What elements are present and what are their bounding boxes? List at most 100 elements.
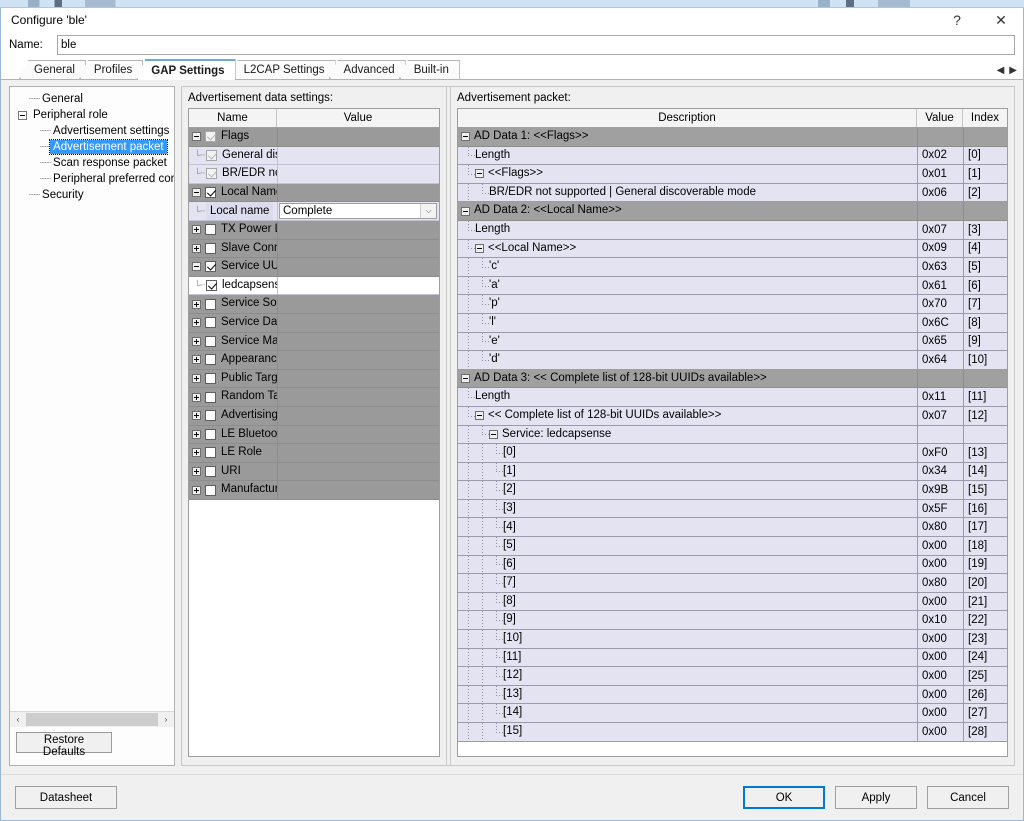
column-header-name[interactable]: Name [189,109,277,127]
checkbox[interactable] [205,131,216,143]
collapse-icon[interactable] [18,110,27,120]
settings-row[interactable]: Local Name [189,183,439,203]
checkbox[interactable] [205,484,216,496]
collapse-icon[interactable] [461,374,470,384]
packet-row[interactable]: <<Flags>> 0x01 [1] [458,165,1007,184]
checkbox[interactable] [205,224,216,236]
settings-row[interactable]: └┈ Local name Complete ⌵ [189,202,439,221]
packet-row[interactable]: AD Data 1: <<Flags>> [458,128,1007,147]
expand-icon[interactable] [192,336,201,346]
settings-row[interactable]: Public Target Address [189,369,439,389]
packet-row[interactable]: 'a' 0x61 [6] [458,276,1007,296]
settings-row[interactable]: Random Target Address [189,388,439,407]
checkbox[interactable] [205,410,216,422]
tab-advanced[interactable]: Advanced [328,60,406,79]
packet-row[interactable]: <<Local Name>> 0x09 [4] [458,239,1007,259]
checkbox[interactable] [205,373,216,385]
settings-row[interactable]: └┈ ledcapsense [189,276,439,296]
packet-row[interactable]: [12] 0x00 [25] [458,667,1007,686]
expand-icon[interactable] [192,448,201,458]
checkbox[interactable] [206,149,217,161]
packet-row[interactable]: << Complete list of 128-bit UUIDs availa… [458,406,1007,426]
packet-row[interactable]: Length 0x11 [11] [458,388,1007,407]
settings-row[interactable]: Service Manager TK Value [189,332,439,352]
tab-profiles[interactable]: Profiles [78,60,144,79]
checkbox[interactable] [205,335,216,347]
help-icon[interactable]: ? [935,8,979,32]
collapse-icon[interactable] [192,262,201,272]
settings-row[interactable]: Service UUID [189,258,439,277]
expand-icon[interactable] [192,318,201,328]
packet-row[interactable]: [9] 0x10 [22] [458,611,1007,631]
tab-general[interactable]: General [19,60,86,79]
packet-row[interactable]: 'l' 0x6C [8] [458,313,1007,333]
packet-row[interactable]: [1] 0x34 [14] [458,462,1007,482]
apply-button[interactable]: Apply [835,786,917,809]
packet-row[interactable]: [14] 0x00 [27] [458,704,1007,723]
settings-row[interactable]: └┈ General discoverable mode [189,146,439,166]
packet-row[interactable]: [7] 0x80 [20] [458,574,1007,593]
packet-row[interactable]: [15] 0x00 [28] [458,723,1007,742]
packet-row[interactable]: 'e' 0x65 [9] [458,332,1007,352]
settings-row[interactable]: LE Bluetooth Device Address [189,425,439,445]
tab-built-in[interactable]: Built-in [398,60,460,79]
nav-item-security[interactable]: ┈┈ Security [14,187,174,203]
settings-row[interactable]: Manufacturer Specific Data [189,481,439,500]
packet-row[interactable]: [3] 0x5F [16] [458,499,1007,519]
packet-row[interactable]: 'p' 0x70 [7] [458,295,1007,314]
packet-row[interactable]: [8] 0x00 [21] [458,592,1007,612]
packet-row[interactable]: AD Data 2: <<Local Name>> [458,202,1007,221]
collapse-icon[interactable] [475,411,484,421]
settings-row[interactable]: TX Power Level [189,220,439,240]
settings-row[interactable]: Service Solicitation [189,295,439,314]
checkbox[interactable] [205,391,216,403]
packet-row[interactable]: Length 0x07 [3] [458,220,1007,240]
column-header-value[interactable]: Value [917,109,963,127]
settings-row[interactable]: Appearance [189,351,439,370]
expand-icon[interactable] [192,225,201,235]
nav-item-advertisement-settings[interactable]: ┈┈ Advertisement settings [14,123,174,139]
collapse-icon[interactable] [475,243,484,253]
nav-horizontal-scrollbar[interactable]: ‹ › [10,711,174,727]
settings-row[interactable]: Service Data [189,313,439,333]
cancel-button[interactable]: Cancel [927,786,1009,809]
settings-row[interactable]: Advertising Interval [189,406,439,426]
column-header-description[interactable]: Description [458,109,917,127]
packet-row[interactable]: Service: ledcapsense [458,425,1007,445]
checkbox[interactable] [205,187,216,199]
checkbox[interactable] [206,168,217,180]
checkbox[interactable] [205,354,216,366]
packet-row[interactable]: [0] 0xF0 [13] [458,444,1007,463]
collapse-icon[interactable] [461,132,470,142]
scroll-left-icon[interactable]: ‹ [11,712,25,727]
close-icon[interactable]: ✕ [979,8,1023,32]
column-header-value[interactable]: Value [277,109,439,127]
local-name-dropdown[interactable]: Complete ⌵ [279,203,437,220]
packet-row[interactable]: Length 0x02 [0] [458,146,1007,166]
datasheet-button[interactable]: Datasheet [15,786,117,809]
expand-icon[interactable] [192,392,201,402]
collapse-icon[interactable] [461,206,470,216]
settings-row[interactable]: LE Role [189,444,439,463]
tab-scroll-right-icon[interactable]: ▶ [1009,66,1017,76]
checkbox[interactable] [206,280,217,292]
chevron-down-icon[interactable]: ⌵ [420,204,436,219]
scroll-right-icon[interactable]: › [159,712,173,727]
settings-row[interactable]: └┈ BR/EDR not supported [189,165,439,184]
checkbox[interactable] [205,465,216,477]
restore-defaults-button[interactable]: Restore Defaults [16,732,112,758]
scrollbar-thumb[interactable] [26,713,158,726]
nav-item-scan-response-packet[interactable]: ┈┈ Scan response packet [14,155,174,171]
packet-row[interactable]: 'c' 0x63 [5] [458,258,1007,277]
packet-row[interactable]: [4] 0x80 [17] [458,518,1007,538]
collapse-icon[interactable] [489,429,498,439]
packet-row[interactable]: [10] 0x00 [23] [458,630,1007,649]
checkbox[interactable] [205,428,216,440]
collapse-icon[interactable] [192,188,201,198]
packet-row[interactable]: [13] 0x00 [26] [458,685,1007,705]
packet-row[interactable]: BR/EDR not supported | General discovera… [458,183,1007,203]
nav-item-peripheral-preferred-conne[interactable]: ┈┈Peripheral preferred conne [14,171,174,187]
collapse-icon[interactable] [192,132,201,142]
expand-icon[interactable] [192,411,201,421]
checkbox[interactable] [205,261,216,273]
